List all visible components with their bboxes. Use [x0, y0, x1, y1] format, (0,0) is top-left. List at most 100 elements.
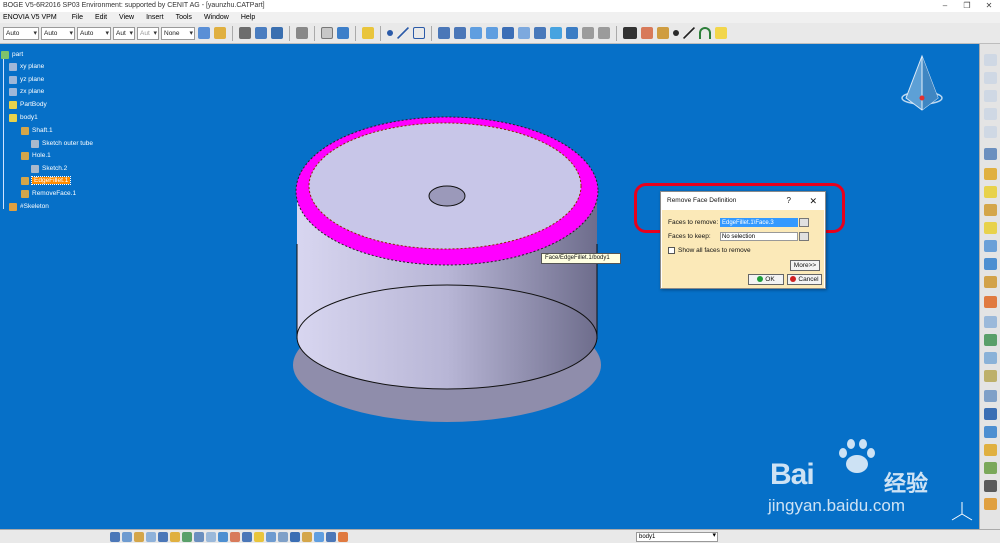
grid-icon[interactable]: [271, 27, 283, 39]
properties-icon[interactable]: [214, 27, 226, 39]
status-tool-icon[interactable]: [290, 531, 300, 542]
status-tool-icon[interactable]: [122, 531, 132, 542]
tree-node-root[interactable]: part: [1, 50, 23, 59]
status-tool-icon[interactable]: [134, 531, 144, 542]
line-type-combo[interactable]: Aut: [113, 26, 135, 40]
bullet-icon[interactable]: [673, 30, 679, 36]
status-tool-icon[interactable]: [254, 531, 264, 542]
measure-icon[interactable]: [641, 27, 653, 39]
close-window-button[interactable]: ✕: [978, 0, 1000, 12]
tree-node-hole[interactable]: Hole.1: [21, 151, 51, 160]
rib-tool-icon[interactable]: [984, 258, 997, 270]
transparency-combo[interactable]: Auto: [41, 26, 75, 40]
help-button[interactable]: ?: [787, 192, 791, 210]
arc-icon[interactable]: [699, 27, 711, 39]
faces-to-keep-field[interactable]: No selection: [720, 232, 798, 241]
tree-node-sketch-outer-tube[interactable]: Sketch outer tube: [31, 139, 93, 148]
iso-view-icon[interactable]: [550, 27, 562, 39]
cancel-button[interactable]: Cancel: [787, 274, 822, 285]
faces-to-keep-picker-button[interactable]: [799, 232, 809, 241]
tree-node-body1[interactable]: body1: [9, 113, 38, 122]
tree-node-skeleton[interactable]: #Skeleton: [9, 202, 49, 211]
minimize-button[interactable]: –: [934, 0, 956, 12]
mirror-tool-icon[interactable]: [984, 426, 997, 438]
zoom-in-icon[interactable]: [470, 27, 482, 39]
pocket-tool-icon[interactable]: [984, 186, 997, 198]
tree-node-edgefillet[interactable]: EdgeFillet.1: [21, 176, 72, 185]
draft-tool-icon[interactable]: [984, 316, 997, 328]
fit-all-icon[interactable]: [518, 27, 530, 39]
pad-tool-icon[interactable]: [984, 168, 997, 180]
status-tool-icon[interactable]: [194, 531, 204, 542]
diagonal-line-icon[interactable]: [683, 27, 695, 39]
point-icon[interactable]: [387, 30, 393, 36]
pad-icon[interactable]: [337, 27, 349, 39]
menu-help[interactable]: Help: [235, 14, 261, 21]
pan-icon[interactable]: [454, 27, 466, 39]
tree-node-yz-plane[interactable]: yz plane: [9, 75, 44, 84]
line-thickness-combo[interactable]: Auto: [77, 26, 111, 40]
status-tool-icon[interactable]: [110, 531, 120, 542]
surface-icon[interactable]: [362, 27, 374, 39]
hide-show-icon[interactable]: [582, 27, 594, 39]
zoom-out-icon[interactable]: [486, 27, 498, 39]
normal-view-icon[interactable]: [502, 27, 514, 39]
tree-node-xy-plane[interactable]: xy plane: [9, 62, 44, 71]
model-hole[interactable]: [428, 185, 466, 207]
faces-to-remove-field[interactable]: EdgeFillet.1\Face.3: [720, 218, 798, 227]
sketch-tool-icon[interactable]: [984, 54, 997, 66]
sketch-tool-icon[interactable]: [984, 90, 997, 102]
status-tool-icon[interactable]: [206, 531, 216, 542]
status-tool-icon[interactable]: [266, 531, 276, 542]
swap-space-icon[interactable]: [598, 27, 610, 39]
menu-insert[interactable]: Insert: [140, 14, 170, 21]
tree-node-zx-plane[interactable]: zx plane: [9, 87, 44, 96]
shell-tool-icon[interactable]: [984, 334, 997, 346]
menu-window[interactable]: Window: [198, 14, 235, 21]
menu-tools[interactable]: Tools: [170, 14, 198, 21]
annotation-tool-icon[interactable]: [984, 498, 997, 510]
status-tool-icon[interactable]: [278, 531, 288, 542]
select-icon[interactable]: [239, 27, 251, 39]
search-icon[interactable]: [255, 27, 267, 39]
transform-tool-icon[interactable]: [984, 408, 997, 420]
tree-node-shaft[interactable]: Shaft.1: [21, 126, 53, 135]
point-type-combo[interactable]: Aut: [137, 26, 159, 40]
hole-tool-icon[interactable]: [984, 240, 997, 252]
status-tool-icon[interactable]: [218, 531, 228, 542]
thickness-tool-icon[interactable]: [984, 352, 997, 364]
sketch-tool-icon[interactable]: [984, 72, 997, 84]
more-button[interactable]: More>>: [790, 260, 820, 271]
shaft-tool-icon[interactable]: [984, 204, 997, 216]
tree-node-partbody[interactable]: PartBody: [9, 100, 47, 109]
annotation-icon[interactable]: [715, 27, 727, 39]
tree-node-removeface[interactable]: RemoveFace.1: [21, 189, 76, 198]
fillet-tool-icon[interactable]: [984, 276, 997, 288]
boolean-tool-icon[interactable]: [984, 390, 997, 402]
macro-icon[interactable]: [657, 27, 669, 39]
remove-face-tool-icon[interactable]: [984, 370, 997, 382]
dialog-close-button[interactable]: ✕: [809, 192, 817, 210]
vb-icon[interactable]: [623, 27, 637, 39]
chamfer-tool-icon[interactable]: [984, 296, 997, 308]
tree-node-sketch-2[interactable]: Sketch.2: [31, 164, 67, 173]
status-tool-icon[interactable]: [230, 531, 240, 542]
status-tool-icon[interactable]: [170, 531, 180, 542]
restore-button[interactable]: ❐: [956, 0, 978, 12]
menu-file[interactable]: File: [66, 14, 89, 21]
pointer-icon[interactable]: [984, 148, 997, 160]
status-tool-icon[interactable]: [242, 531, 252, 542]
line-icon[interactable]: [397, 27, 409, 39]
status-tool-icon[interactable]: [326, 531, 336, 542]
menu-view[interactable]: View: [113, 14, 140, 21]
faces-to-remove-picker-button[interactable]: [799, 218, 809, 227]
show-all-checkbox[interactable]: [668, 247, 675, 254]
groove-tool-icon[interactable]: [984, 222, 997, 234]
ok-button[interactable]: OK: [748, 274, 784, 285]
pattern-tool-icon[interactable]: [984, 444, 997, 456]
sketch-plane-icon[interactable]: [321, 27, 333, 39]
multi-view-icon[interactable]: [534, 27, 546, 39]
menu-edit[interactable]: Edit: [89, 14, 113, 21]
status-tool-icon[interactable]: [158, 531, 168, 542]
rotate-icon[interactable]: [438, 27, 450, 39]
